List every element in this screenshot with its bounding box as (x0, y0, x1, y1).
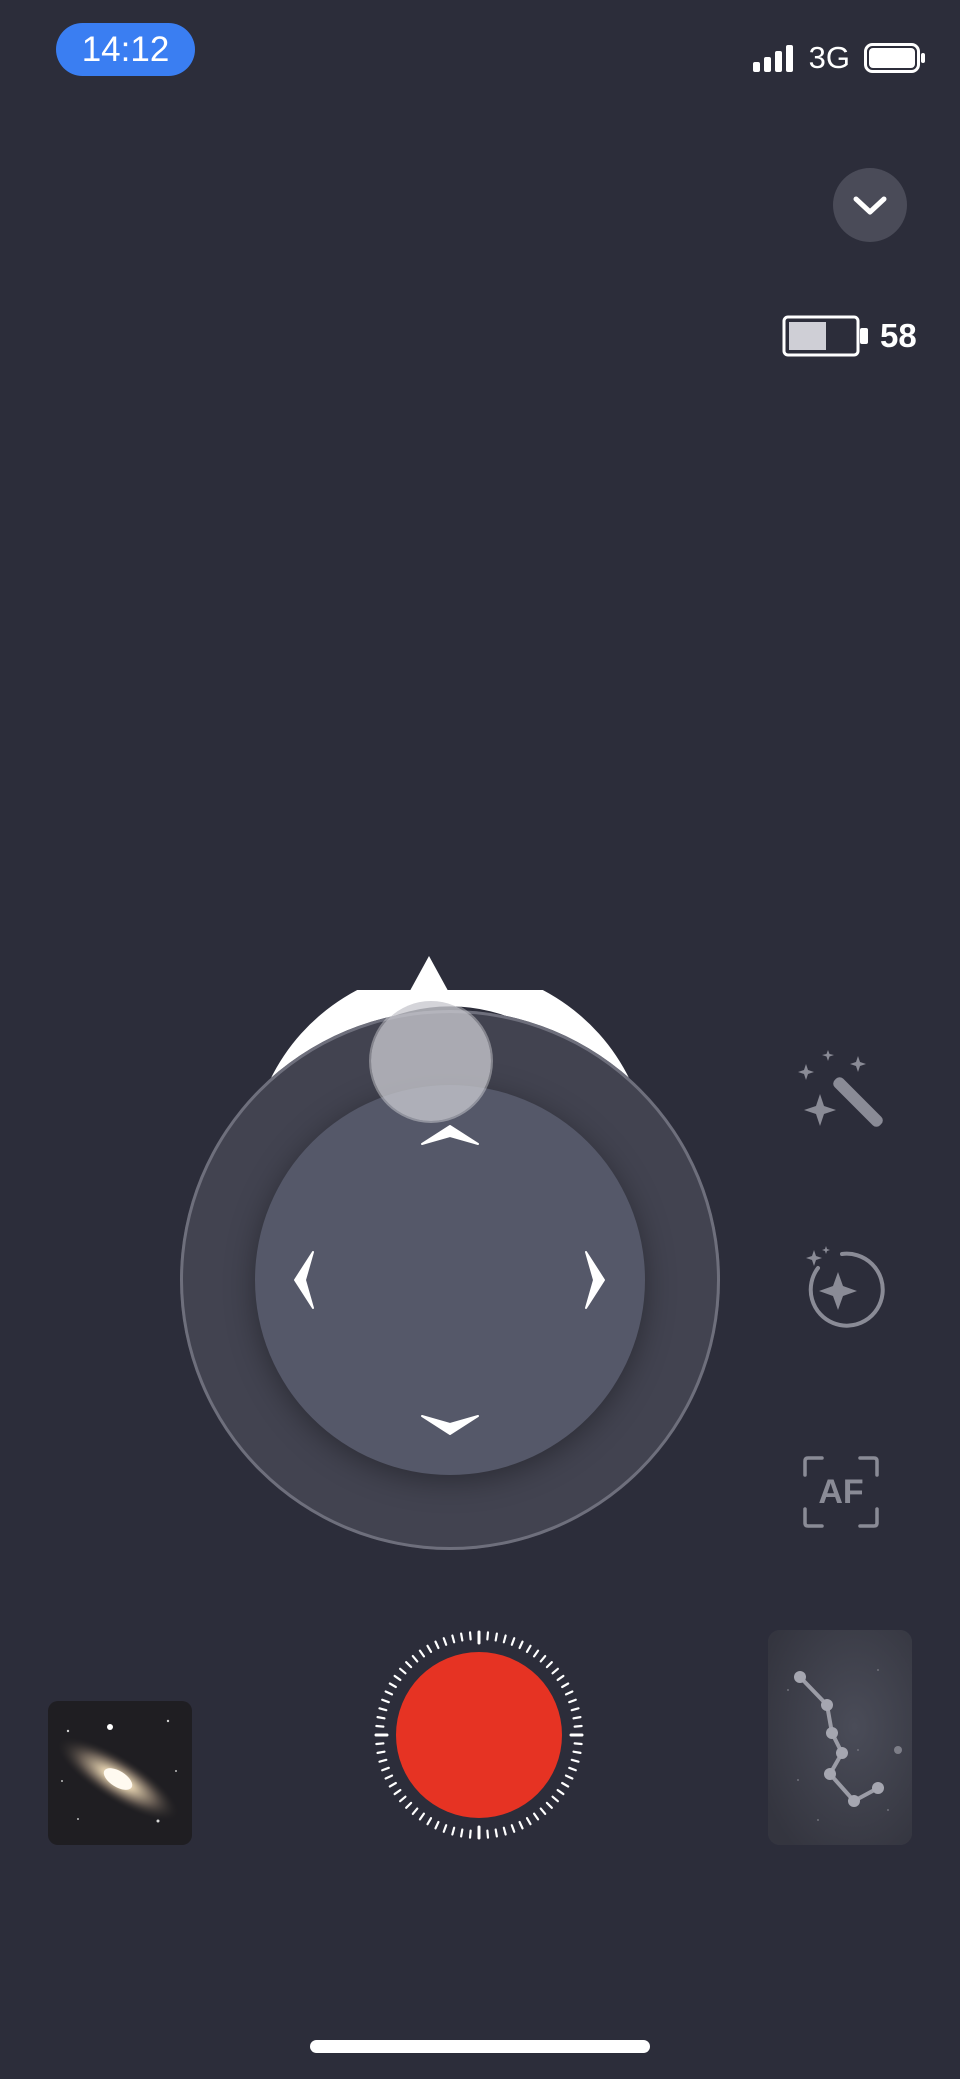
autofocus-icon: AF (803, 1456, 879, 1528)
shutter-tick (510, 1824, 516, 1833)
shutter-tick (378, 1758, 388, 1763)
shutter-tick (460, 1828, 464, 1838)
shutter-tick (564, 1690, 574, 1696)
shutter-tick (393, 1788, 402, 1796)
shutter-tick (468, 1829, 472, 1839)
shutter-tick (468, 1631, 472, 1641)
shutter-tick (434, 1820, 440, 1830)
chevron-right-icon[interactable] (582, 1250, 608, 1310)
starmap-button[interactable] (768, 1630, 912, 1845)
shutter-tick (426, 1644, 433, 1653)
autofocus-button[interactable]: AF (796, 1450, 886, 1534)
shutter-tick (573, 1742, 583, 1746)
camera-screen: 14:12 3G 58 AF (0, 0, 960, 2079)
device-battery-value: 58 (880, 317, 917, 354)
shutter-tick (393, 1674, 402, 1682)
shutter-tick (381, 1766, 390, 1772)
gallery-thumbnail[interactable] (48, 1701, 192, 1845)
shutter-tick (551, 1795, 560, 1803)
chevron-down-icon[interactable] (420, 1412, 480, 1438)
shutter-button[interactable] (374, 1630, 584, 1840)
shutter-tick (561, 1682, 570, 1689)
shutter-tick (564, 1774, 574, 1780)
shutter-core (396, 1652, 562, 1818)
shutter-tick (451, 1826, 456, 1836)
shutter-tick (539, 1807, 547, 1816)
shutter-tick (494, 1632, 498, 1642)
chevron-left-icon[interactable] (291, 1250, 317, 1310)
shutter-tick (570, 1707, 580, 1712)
shutter-tick (545, 1661, 553, 1669)
shutter-tick (539, 1654, 547, 1663)
joystick-knob[interactable] (371, 1001, 491, 1121)
shutter-tick (568, 1766, 577, 1772)
home-indicator[interactable] (310, 2040, 650, 2053)
shutter-tick (376, 1750, 386, 1754)
shutter-tick (451, 1634, 456, 1644)
shutter-tick (525, 1644, 532, 1653)
star-focus-button[interactable] (790, 1240, 890, 1340)
shutter-tick (442, 1824, 448, 1833)
status-bar-right: 3G (752, 38, 926, 78)
chevron-down-icon (853, 196, 887, 215)
signal-bars-icon (752, 44, 793, 72)
shutter-tick (388, 1781, 397, 1788)
shutter-tick (411, 1807, 419, 1816)
shutter-tick (388, 1682, 397, 1689)
chevron-up-icon[interactable] (420, 1124, 480, 1148)
shutter-tick (518, 1820, 524, 1830)
shutter-tick (518, 1640, 524, 1650)
shutter-tick (398, 1795, 407, 1803)
collapse-button[interactable] (833, 168, 907, 242)
constellation-thumbnail (768, 1630, 912, 1845)
shutter-tick (375, 1742, 385, 1746)
shutter-tick (561, 1781, 570, 1788)
shutter-tick (551, 1667, 560, 1675)
shutter-tick (486, 1829, 490, 1839)
shutter-tick (545, 1801, 553, 1809)
network-type: 3G (808, 40, 850, 75)
shutter-tick (418, 1649, 426, 1658)
shutter-tick (384, 1690, 394, 1696)
magic-wand-icon (798, 1050, 883, 1127)
shutter-tick (486, 1631, 490, 1641)
device-battery: 58 (782, 315, 917, 357)
magic-wand-button[interactable] (790, 1040, 890, 1140)
shutter-tick (376, 1716, 386, 1720)
shutter-tick (510, 1637, 516, 1646)
shutter-tick (572, 1750, 582, 1754)
shutter-tick (442, 1637, 448, 1646)
shutter-tick (532, 1649, 540, 1658)
phone-battery-icon (864, 43, 925, 73)
status-time-label: 14:12 (81, 29, 170, 69)
shutter-tick (502, 1634, 507, 1644)
autofocus-label: AF (818, 1473, 863, 1511)
shutter-tick (460, 1632, 464, 1642)
shutter-tick (426, 1817, 433, 1826)
shutter-tick (411, 1654, 419, 1663)
shutter-tick (418, 1812, 426, 1821)
shutter-tick (434, 1640, 440, 1650)
galaxy-thumbnail (48, 1701, 192, 1845)
shutter-tick (502, 1826, 507, 1836)
shutter-tick (570, 1758, 580, 1763)
star-focus-icon (806, 1246, 885, 1328)
battery-icon (782, 315, 868, 357)
shutter-tick (573, 1724, 583, 1728)
shutter-tick (398, 1667, 407, 1675)
shutter-tick (375, 1724, 385, 1728)
shutter-tick (494, 1828, 498, 1838)
shutter-tick (381, 1698, 390, 1704)
shutter-tick (405, 1661, 413, 1669)
shutter-tick (556, 1674, 565, 1682)
shutter-tick (525, 1817, 532, 1826)
shutter-tick (568, 1698, 577, 1704)
shutter-tick (405, 1801, 413, 1809)
shutter-tick (378, 1707, 388, 1712)
status-time: 14:12 (56, 23, 195, 76)
shutter-tick (532, 1812, 540, 1821)
shutter-tick (556, 1788, 565, 1796)
shutter-tick (384, 1774, 394, 1780)
shutter-tick (572, 1716, 582, 1720)
